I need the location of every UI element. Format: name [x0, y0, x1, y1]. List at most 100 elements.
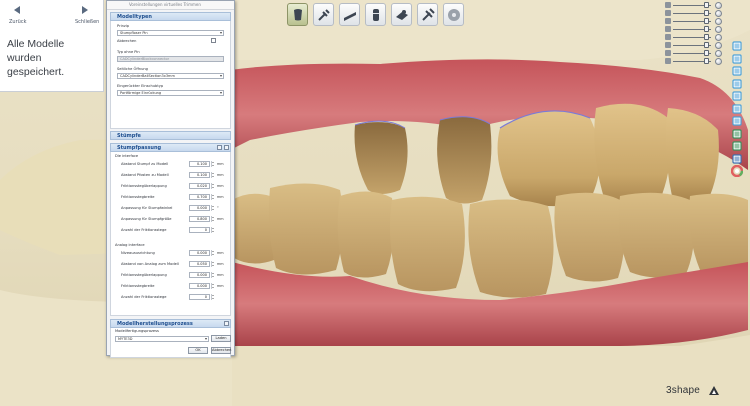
- die-unit: mm: [217, 173, 224, 177]
- spin-icon[interactable]: [211, 216, 214, 222]
- die-value-input[interactable]: 0: [189, 227, 210, 233]
- spin-icon[interactable]: [211, 261, 214, 267]
- tool-button-die[interactable]: [365, 3, 386, 26]
- visibility-slider[interactable]: [665, 34, 725, 41]
- eingeruckt-select[interactable]: Portförmige Einrückung: [117, 90, 224, 96]
- die-value-input[interactable]: 0.700: [189, 194, 210, 200]
- analog-value-input[interactable]: 0.000: [189, 283, 210, 289]
- manufacturing-process-select[interactable]: MYTE3D: [115, 336, 209, 342]
- view-bottom-icon[interactable]: [731, 103, 743, 115]
- tool-button-model[interactable]: [287, 3, 308, 26]
- die-icon: [373, 9, 379, 21]
- spin-icon[interactable]: [211, 227, 214, 233]
- die-value-input[interactable]: 0.100: [189, 172, 210, 178]
- visibility-slider[interactable]: [665, 10, 725, 17]
- logo-mark-icon: [709, 386, 719, 395]
- section-header-dies[interactable]: Stümpfe: [110, 131, 231, 140]
- spin-icon[interactable]: [211, 194, 214, 200]
- visibility-slider[interactable]: [665, 42, 725, 49]
- visibility-slider[interactable]: [665, 18, 725, 25]
- section-header-die-fit[interactable]: Stumpfpassung: [110, 143, 231, 152]
- prinzip-select[interactable]: Stumpfloser Pin: [117, 30, 224, 36]
- tool-button-clipping[interactable]: [339, 3, 360, 26]
- analog-unit: mm: [217, 251, 224, 255]
- analog-value-input[interactable]: 0.050: [189, 261, 210, 267]
- dialog-title: Voreinstellungen virtuelles Trimmen: [107, 1, 234, 10]
- view-right-icon[interactable]: [731, 78, 743, 90]
- visibility-toggle-icon[interactable]: [715, 26, 722, 33]
- tool-button-tools[interactable]: [313, 3, 334, 26]
- visibility-slider[interactable]: [665, 58, 725, 65]
- section-collapse-icon[interactable]: [224, 321, 229, 326]
- visibility-toggle-icon[interactable]: [715, 2, 722, 9]
- layer-icon: [665, 58, 671, 64]
- color-wheel-icon[interactable]: [731, 165, 743, 177]
- die-value-input[interactable]: 0.800: [189, 216, 210, 222]
- layer-icon: [665, 50, 671, 56]
- visibility-toggle-icon[interactable]: [715, 58, 722, 65]
- view-front-icon[interactable]: [731, 40, 743, 52]
- prinzip-value: Stumpfloser Pin: [120, 31, 148, 35]
- section-header-manufacturing[interactable]: Modellherstellungsprozess: [110, 319, 231, 328]
- analog-value-input[interactable]: 0.000: [189, 272, 210, 278]
- close-button[interactable]: Schließen: [75, 19, 99, 25]
- analog-value-input[interactable]: 0: [189, 294, 210, 300]
- visibility-toggle-icon[interactable]: [715, 34, 722, 41]
- slider-knob[interactable]: [704, 26, 710, 32]
- next-arrow-icon[interactable]: [82, 6, 88, 14]
- tool-button-scan[interactable]: [391, 3, 412, 26]
- seitliche-select[interactable]: CADCylinderBallSection3x3mm: [117, 73, 224, 79]
- slider-knob[interactable]: [704, 2, 710, 8]
- die-value-input[interactable]: 0.020: [189, 183, 210, 189]
- die-value-input[interactable]: 0.100: [189, 161, 210, 167]
- slider-knob[interactable]: [704, 58, 710, 64]
- spin-icon[interactable]: [211, 205, 214, 211]
- ok-button[interactable]: OK: [188, 347, 208, 354]
- slider-knob[interactable]: [704, 34, 710, 40]
- visibility-slider[interactable]: [665, 50, 725, 57]
- tool-button-disc[interactable]: [443, 3, 464, 26]
- view-left-icon[interactable]: [731, 65, 743, 77]
- abbrechen-checkbox[interactable]: [211, 38, 216, 43]
- spin-icon[interactable]: [211, 250, 214, 256]
- layer-icon: [665, 10, 671, 16]
- die-value-input[interactable]: 0.000: [189, 205, 210, 211]
- tool-button-settings-tools[interactable]: [417, 3, 438, 26]
- spin-icon[interactable]: [211, 172, 214, 178]
- visibility-toggle-icon[interactable]: [715, 18, 722, 25]
- view-top-icon[interactable]: [731, 90, 743, 102]
- spin-icon[interactable]: [211, 294, 214, 300]
- spin-icon[interactable]: [211, 283, 214, 289]
- section-header-modeltypes[interactable]: Modelltypen: [110, 12, 231, 21]
- back-arrow-icon[interactable]: [14, 6, 20, 14]
- die-unit: mm: [217, 217, 224, 221]
- visibility-toggle-icon[interactable]: [715, 50, 722, 57]
- spin-icon[interactable]: [211, 183, 214, 189]
- layer-icon: [665, 42, 671, 48]
- pen-icon[interactable]: [731, 153, 743, 165]
- visibility-slider[interactable]: [665, 2, 725, 9]
- visibility-toggle-icon[interactable]: [715, 42, 722, 49]
- tools-icon: [318, 9, 330, 21]
- section-collapse-icon[interactable]: [224, 145, 229, 150]
- slider-knob[interactable]: [704, 10, 710, 16]
- jaw-icon[interactable]: [731, 128, 743, 140]
- section-title-die-fit: Stumpfpassung: [117, 145, 162, 151]
- analog-value-input[interactable]: 0.000: [189, 250, 210, 256]
- section-restore-icon[interactable]: [217, 145, 222, 150]
- model-icon[interactable]: [731, 140, 743, 152]
- slider-knob[interactable]: [704, 50, 710, 56]
- view-iso-icon[interactable]: [731, 115, 743, 127]
- visibility-toggle-icon[interactable]: [715, 10, 722, 17]
- cancel-button[interactable]: Abbrechen: [211, 347, 231, 354]
- spin-icon[interactable]: [211, 272, 214, 278]
- die-unit: mm: [217, 195, 224, 199]
- visibility-slider[interactable]: [665, 26, 725, 33]
- load-button[interactable]: Laden: [211, 335, 231, 342]
- slider-knob[interactable]: [704, 42, 710, 48]
- analog-label: Niveauausrichtung: [121, 251, 155, 255]
- spin-icon[interactable]: [211, 161, 214, 167]
- view-back-icon[interactable]: [731, 53, 743, 65]
- back-button[interactable]: Zurück: [9, 19, 26, 25]
- slider-knob[interactable]: [704, 18, 710, 24]
